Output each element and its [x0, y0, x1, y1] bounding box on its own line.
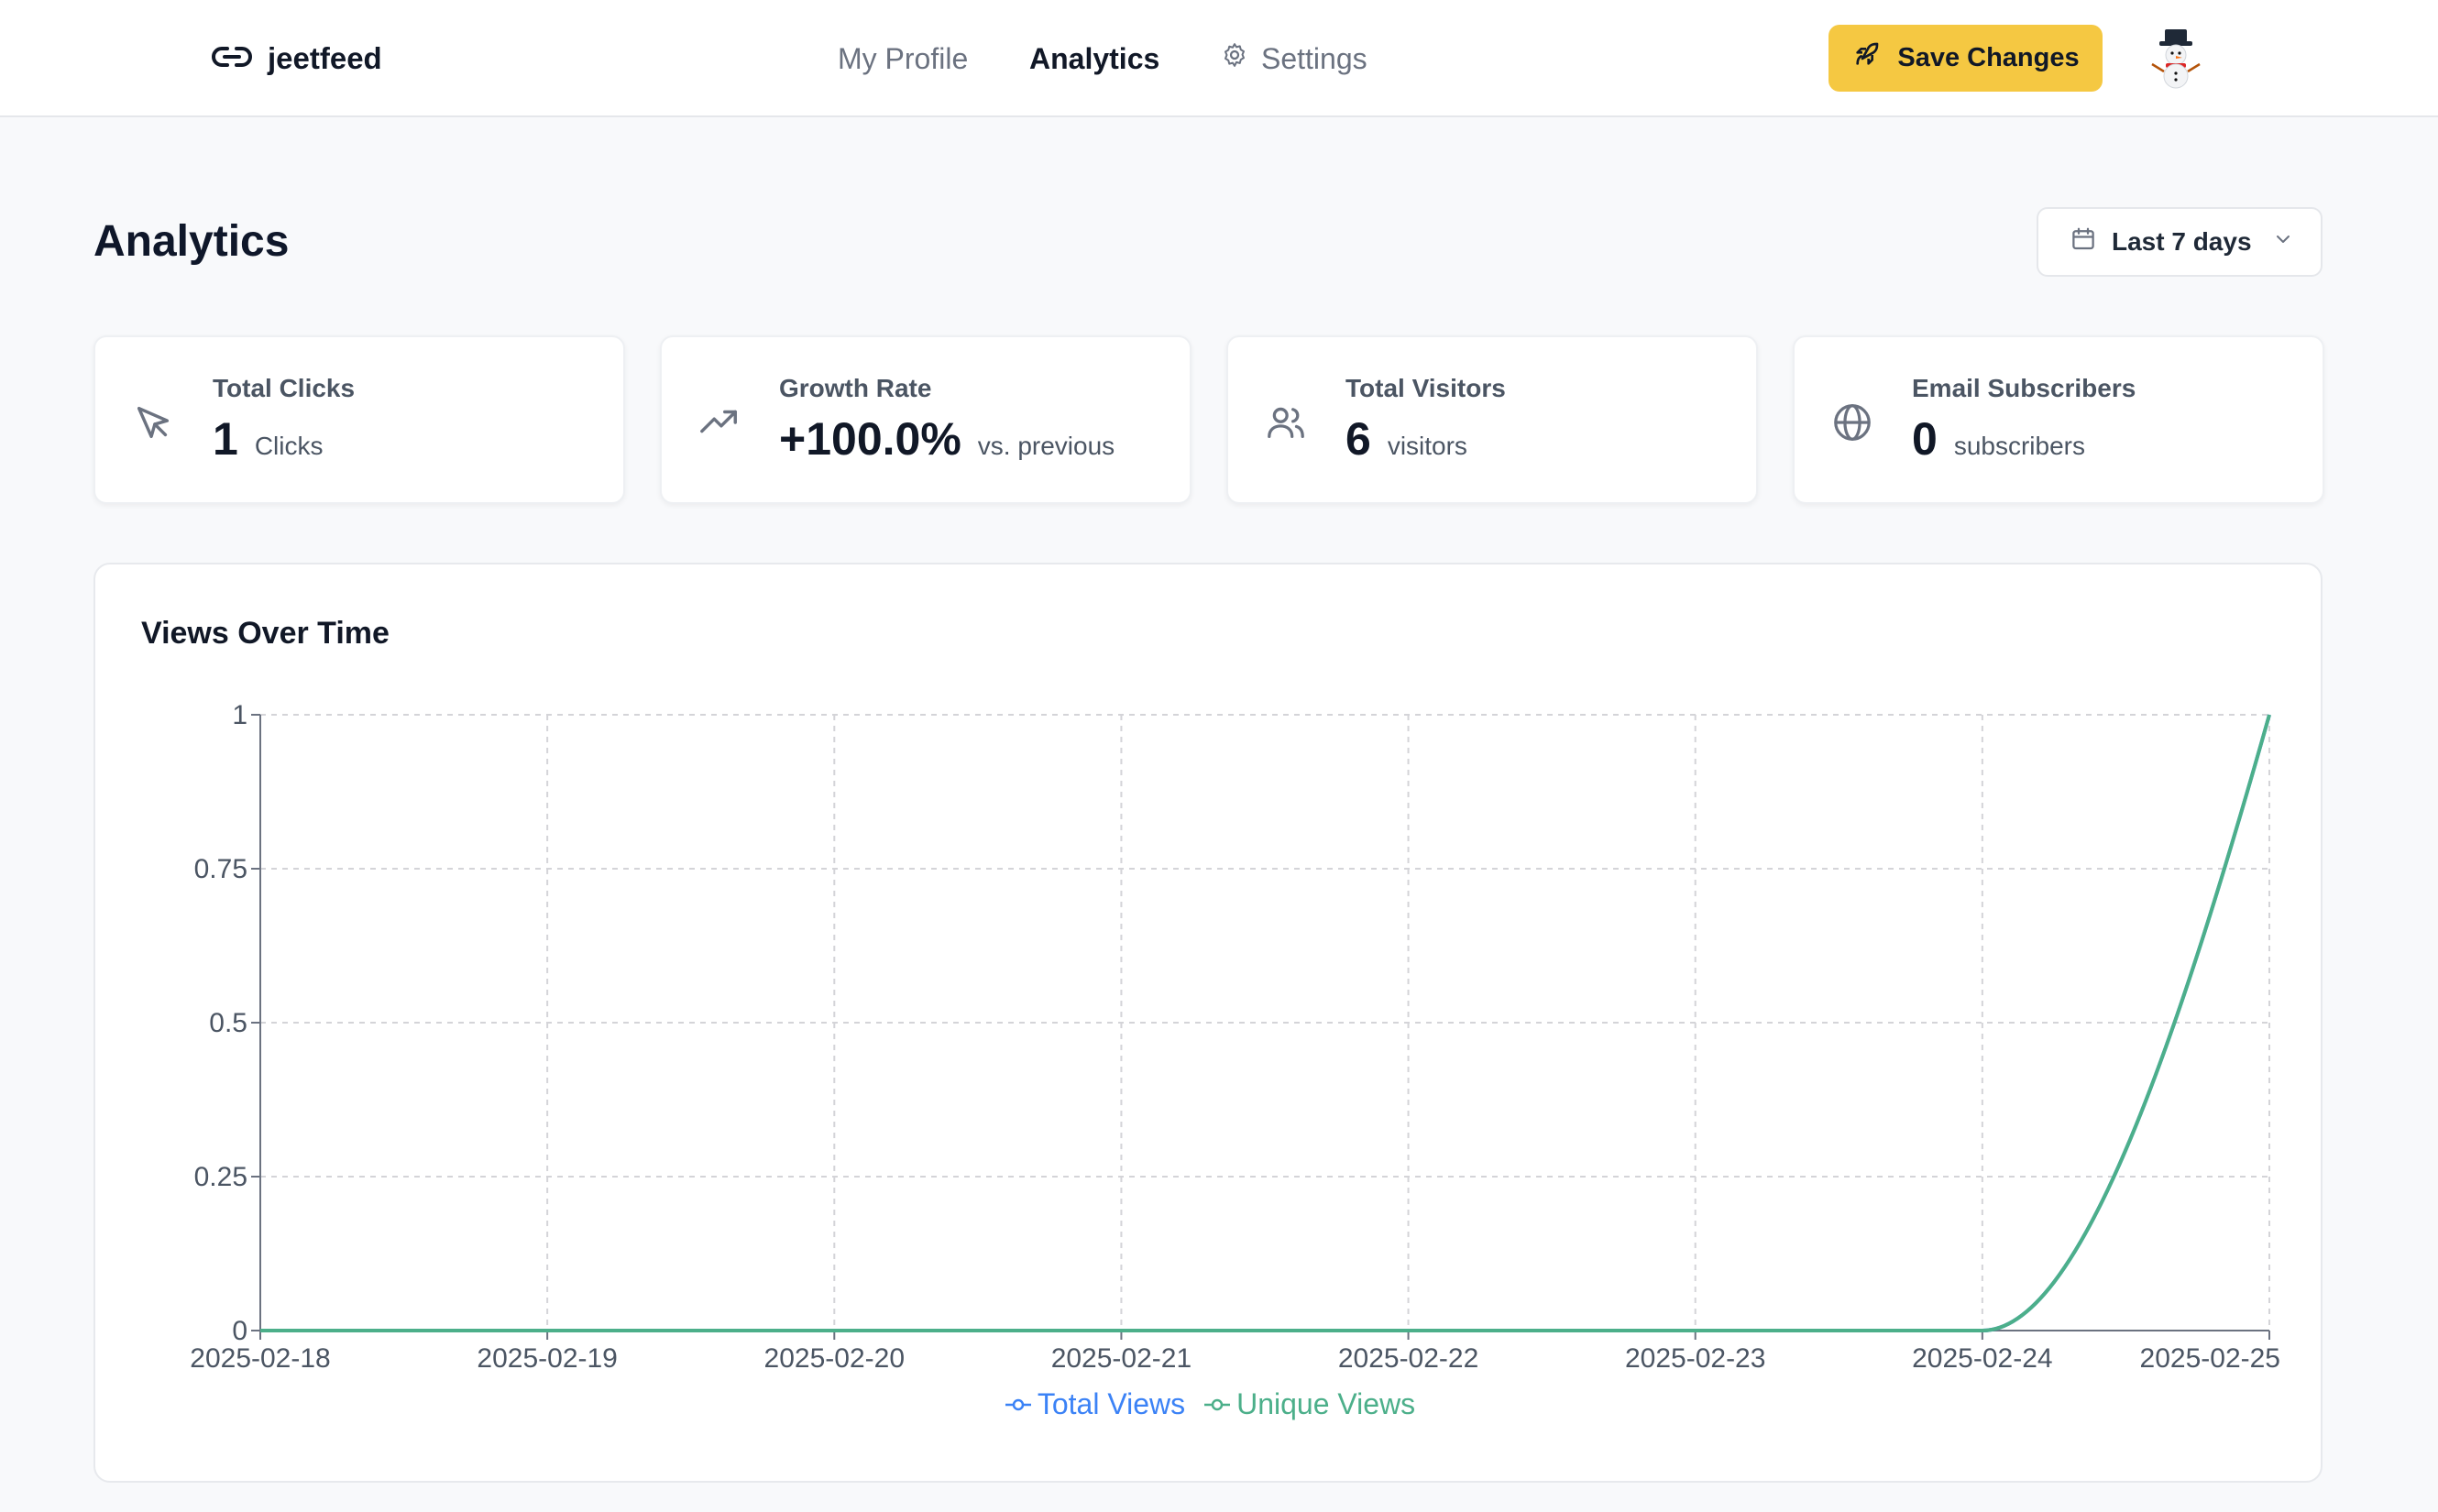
rocket-icon [1851, 40, 1881, 77]
brand[interactable]: jeetfeed [211, 35, 382, 82]
nav-analytics[interactable]: Analytics [1029, 35, 1159, 82]
legend-line-marker-icon [1005, 1398, 1031, 1410]
legend-item-unique-views[interactable]: Unique Views [1203, 1387, 1415, 1421]
save-changes-label: Save Changes [1897, 43, 2080, 72]
stat-value: 6 [1345, 413, 1371, 465]
x-tick-label: 2025-02-24 [1912, 1343, 2052, 1371]
stat-card-email-subscribers: Email Subscribers 0 subscribers [1793, 335, 2324, 504]
stat-unit: subscribers [1953, 432, 2085, 460]
y-tick-label: 0.25 [194, 1162, 247, 1192]
stat-unit: vs. previous [977, 432, 1115, 460]
chevron-down-icon [2272, 227, 2294, 257]
legend-label: Total Views [1037, 1387, 1186, 1420]
stat-label: Growth Rate [779, 374, 932, 402]
x-tick-label: 2025-02-23 [1625, 1343, 1765, 1371]
stat-card-growth-rate: Growth Rate +100.0% vs. previous [660, 335, 1192, 504]
x-tick-label: 2025-02-19 [477, 1343, 617, 1371]
y-tick-label: 1 [232, 700, 247, 730]
date-range-value: Last 7 days [2112, 227, 2252, 256]
cursor-icon [132, 401, 174, 444]
stat-unit: Clicks [254, 432, 324, 460]
x-tick-label: 2025-02-22 [1338, 1343, 1478, 1371]
page-title: Analytics [93, 217, 290, 266]
nav-settings-label: Settings [1261, 41, 1367, 75]
calendar-icon [2070, 225, 2097, 259]
x-tick-label: 2025-02-21 [1051, 1343, 1192, 1371]
date-range-select[interactable]: Last 7 days [2037, 207, 2323, 277]
stat-label: Total Clicks [213, 374, 356, 402]
nav-settings[interactable]: Settings [1221, 35, 1367, 82]
gear-icon [1221, 41, 1248, 76]
legend-line-marker-icon [1204, 1398, 1231, 1410]
stat-unit: visitors [1387, 432, 1467, 460]
users-icon [1265, 401, 1307, 444]
top-navigation-bar: jeetfeed My Profile Analytics Settings S… [0, 0, 2438, 117]
y-tick-label: 0.5 [209, 1008, 247, 1038]
stat-value: +100.0% [779, 413, 961, 465]
avatar[interactable] [2147, 27, 2205, 90]
globe-icon [1831, 401, 1873, 444]
stat-card-total-visitors: Total Visitors 6 visitors [1226, 335, 1758, 504]
save-changes-button[interactable]: Save Changes [1828, 25, 2103, 92]
y-tick-label: 0.75 [194, 854, 247, 884]
x-tick-label: 2025-02-18 [190, 1343, 330, 1371]
chart-legend: Total Views Unique Views [95, 1387, 2324, 1421]
stat-label: Email Subscribers [1912, 374, 2136, 402]
stat-card-total-clicks: Total Clicks 1 Clicks [93, 335, 625, 504]
link-icon [211, 43, 253, 75]
views-chart-card: Views Over Time 0 0.25 0.5 0.75 1 2025-02-18 2… [93, 563, 2323, 1483]
x-tick-label: 2025-02-25 [2140, 1343, 2280, 1371]
stat-value: 1 [213, 413, 238, 465]
stat-value: 0 [1912, 413, 1938, 465]
brand-name: jeetfeed [268, 41, 382, 75]
views-over-time-chart: 0 0.25 0.5 0.75 1 2025-02-18 2025-02-19 2025-02… [190, 700, 2280, 1371]
stat-label: Total Visitors [1345, 374, 1506, 402]
x-tick-label: 2025-02-20 [764, 1343, 905, 1371]
legend-label: Unique Views [1236, 1387, 1416, 1420]
nav-my-profile[interactable]: My Profile [838, 35, 968, 82]
trending-up-icon [698, 401, 741, 444]
y-tick-label: 0 [232, 1316, 247, 1346]
legend-item-total-views[interactable]: Total Views [1005, 1387, 1185, 1421]
